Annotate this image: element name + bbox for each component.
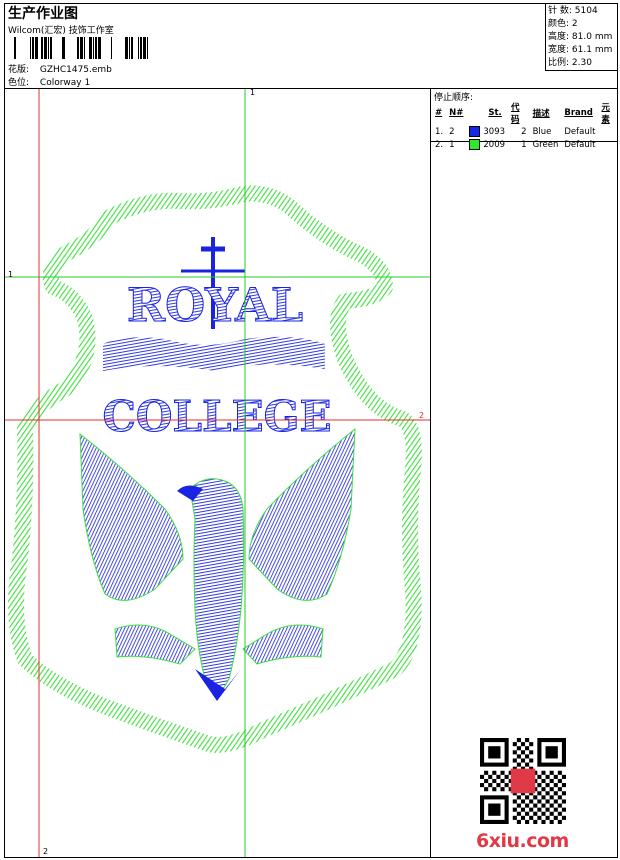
colorway-row: 色位: Colorway 1 — [8, 75, 90, 88]
col-header-brand: Brand — [564, 108, 593, 118]
guide-label-v2: 2 — [43, 847, 49, 856]
college-text: COLLEGE — [103, 392, 332, 441]
design-file-label: 花版: — [8, 65, 30, 75]
watermark-text: 6xiu.com — [476, 830, 569, 852]
col-header-n: N# — [449, 108, 464, 118]
design-file-row: 花版: GZHC1475.emb — [8, 62, 112, 75]
col-header-index: # — [435, 108, 443, 118]
page-title: 生产作业图 — [8, 6, 78, 22]
table-row: 2. 1 2009 1 Green Default — [435, 139, 596, 150]
colorway-label: 色位: — [8, 78, 30, 88]
color-swatch — [469, 139, 481, 150]
barcode-image — [14, 37, 148, 59]
studio-subtitle: Wilcom(汇宏) 技饰工作室 — [8, 26, 114, 36]
stat-width: 宽度: 61.1 mm — [548, 45, 613, 55]
stats-panel: 针 数: 5104 颜色: 2 高度: 81.0 mm 宽度: 61.1 mm … — [548, 5, 612, 70]
guide-label-h1: 1 — [8, 270, 14, 279]
col-header-element: 元素 — [601, 103, 610, 125]
stat-stitches: 针 数: 5104 — [548, 6, 598, 16]
stat-colors: 颜色: 2 — [548, 19, 578, 29]
table-row: 1. 2 3093 2 Blue Default — [435, 126, 596, 137]
col-header-code: 代码 — [511, 103, 520, 125]
design-file-value: GZHC1475.emb — [39, 65, 112, 75]
col-header-desc: 描述 — [532, 109, 550, 119]
table-header-row: # N# St. 代码 描述 Brand 元素 — [432, 101, 620, 125]
stat-scale: 比例: 2.30 — [548, 58, 592, 68]
colorway-value: Colorway 1 — [39, 78, 91, 88]
guide-label-h2: 2 — [419, 411, 425, 420]
guide-label-v1: 1 — [250, 88, 256, 97]
embroidery-design: ROYAL COLLEGE — [5, 89, 430, 857]
qr-code-image — [480, 738, 566, 824]
stat-height: 高度: 81.0 mm — [548, 32, 613, 42]
stop-sequence-table: # N# St. 代码 描述 Brand 元素 1. 2 3093 2 Blue… — [432, 101, 620, 151]
crown-graphic: ROYAL — [103, 237, 325, 371]
color-swatch — [469, 126, 481, 137]
crown-text: ROYAL — [127, 278, 303, 332]
col-header-st: St. — [488, 108, 502, 118]
eagle-graphic — [79, 427, 356, 701]
